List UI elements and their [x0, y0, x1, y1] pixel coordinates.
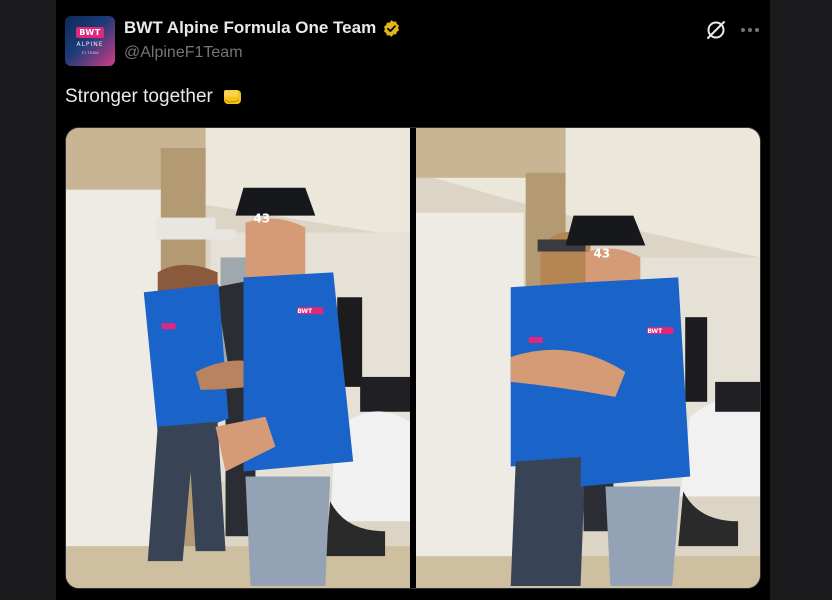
left-page-margin [0, 0, 56, 600]
grok-icon [707, 21, 725, 39]
media-photo-left[interactable]: 43 BWT [66, 128, 410, 588]
shirt-sponsor-left: BWT [297, 308, 313, 315]
more-dots-icon [741, 28, 745, 32]
more-dot [748, 28, 752, 32]
avatar-badge-text: BWT [76, 27, 104, 38]
avatar[interactable]: BWT ALPINE F1 TEAM [65, 16, 115, 66]
photo-right-scene: 43 BWT [416, 128, 760, 588]
right-page-margin [770, 0, 832, 600]
photo-left-scene: 43 BWT [66, 128, 410, 588]
avatar-brand-text: ALPINE [76, 41, 104, 48]
media-photo-right[interactable]: 43 BWT [416, 128, 760, 588]
more-dot [755, 28, 759, 32]
oncoming-fist-icon [223, 90, 241, 104]
more-options-button[interactable] [738, 18, 762, 42]
tweet-text-row: Stronger together [65, 86, 245, 108]
avatar-sub-text: F1 TEAM [81, 50, 99, 55]
author-handle[interactable]: @AlpineF1Team [124, 44, 243, 62]
author-display-name[interactable]: BWT Alpine Formula One Team [124, 18, 376, 38]
cap-number-left: 43 [253, 212, 270, 226]
tweet-media-grid: 43 BWT 43 BWT [65, 127, 761, 589]
author-name-row: BWT Alpine Formula One Team [124, 18, 401, 38]
tweet-card[interactable]: BWT ALPINE F1 TEAM BWT Alpine Formula On… [56, 0, 770, 600]
tweet-text: Stronger together [65, 86, 213, 107]
grok-button[interactable] [704, 18, 728, 42]
shirt-sponsor-right: BWT [647, 328, 663, 335]
verified-badge-icon [384, 19, 400, 37]
cap-number-right: 43 [593, 246, 610, 260]
